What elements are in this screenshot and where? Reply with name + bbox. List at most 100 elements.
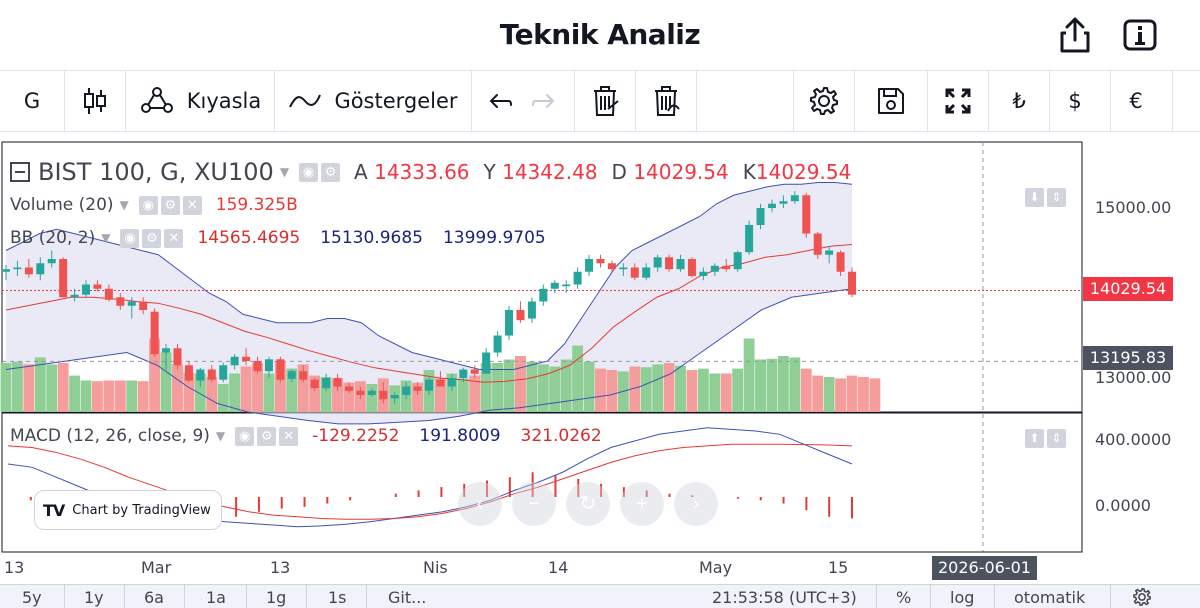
eye-icon[interactable]: ◉ [235, 426, 255, 446]
candle-body [173, 348, 182, 366]
volume-bar [572, 345, 584, 412]
move-down-icon[interactable]: ⬇ [1025, 188, 1044, 207]
close-icon[interactable]: ✕ [164, 228, 184, 248]
candle-body [162, 348, 171, 353]
collapse-pane-icon[interactable]: ⇕ [1047, 188, 1066, 207]
volume-bar [652, 364, 664, 412]
candle-body [287, 371, 296, 379]
gear-icon [810, 87, 838, 115]
candle-body [573, 271, 582, 285]
candle-body [516, 310, 525, 321]
eye-icon[interactable]: ◉ [299, 162, 319, 182]
volume-legend: Volume (20) ▼ ◉ ⚙ ✕ 159.325B [10, 195, 298, 215]
settings-icon[interactable]: ⚙ [257, 426, 277, 446]
eye-icon[interactable]: ◉ [120, 228, 140, 248]
indicators-icon [289, 94, 322, 108]
volume-bar [0, 363, 12, 412]
candle-body [813, 233, 822, 255]
fullscreen-button[interactable] [928, 71, 988, 131]
candle-body [733, 252, 742, 270]
percent-toggle[interactable]: % [896, 587, 911, 608]
volume-bar [560, 359, 572, 412]
zoom-in-button[interactable]: + [620, 482, 664, 526]
remove-indicators-button[interactable] [636, 71, 696, 131]
ohlc-low-key: D [611, 160, 627, 184]
scroll-right-button[interactable]: › [674, 482, 718, 526]
close-icon[interactable]: ✕ [182, 195, 202, 215]
tradingview-badge-text: Chart by TradingView [72, 502, 211, 518]
settings-icon[interactable]: ⚙ [142, 228, 162, 248]
gear-icon [1133, 588, 1151, 606]
candle-body [310, 379, 319, 389]
chevron-down-icon[interactable]: ▼ [216, 429, 225, 443]
macd-tick-0: 0.0000 [1095, 496, 1151, 515]
volume-bar [23, 364, 35, 412]
save-icon [878, 88, 904, 114]
currency-try-label: ₺ [1012, 89, 1026, 113]
currency-try-button[interactable]: ₺ [989, 71, 1049, 131]
candle-body [82, 284, 91, 295]
goto-date-button[interactable]: Git... [388, 587, 426, 608]
volume-bar [492, 363, 504, 412]
collapse-pane-icon[interactable]: ⇕ [1047, 429, 1066, 448]
range-1a[interactable]: 1a [206, 587, 226, 608]
candle-body [756, 208, 765, 225]
remove-drawings-button[interactable] [575, 71, 635, 131]
redo-button[interactable] [524, 71, 564, 131]
indicators-button[interactable]: Göstergeler [275, 71, 471, 131]
symbol-legend-buttons: ◉ ⚙ [299, 162, 341, 182]
candle-body [607, 263, 616, 270]
range-5y[interactable]: 5y [22, 587, 42, 608]
time-label: 15 [828, 558, 849, 577]
bb-legend-buttons: ◉ ⚙ ✕ [120, 228, 184, 248]
chart-settings-button[interactable] [1132, 587, 1152, 608]
range-1y[interactable]: 1y [84, 587, 104, 608]
auto-scale-toggle[interactable]: otomatik [1014, 587, 1085, 608]
currency-eur-button[interactable]: € [1111, 71, 1161, 131]
candle-body [59, 259, 68, 298]
collapse-icon[interactable] [10, 162, 30, 182]
info-icon[interactable] [1122, 18, 1158, 52]
bottom-divider [930, 585, 931, 608]
eye-icon[interactable]: ◉ [138, 195, 158, 215]
chart-toolbar: G Kıyasla Göstergeler ₺ $ € [0, 70, 1200, 132]
range-1s[interactable]: 1s [328, 587, 347, 608]
tradingview-badge[interactable]: TV Chart by TradingView [34, 490, 222, 530]
candle-body [653, 257, 662, 268]
interval-button[interactable]: G [0, 71, 64, 131]
candle-body [847, 271, 857, 295]
candle-body [276, 359, 285, 380]
share-icon[interactable] [1058, 16, 1092, 54]
log-toggle[interactable]: log [950, 587, 974, 608]
close-icon[interactable]: ✕ [279, 426, 299, 446]
candle-body [47, 259, 56, 264]
chevron-down-icon[interactable]: ▼ [280, 165, 289, 179]
volume-bar [103, 380, 115, 412]
chart-type-button[interactable] [65, 71, 125, 131]
settings-button[interactable] [794, 71, 854, 131]
ohlc-open-key: A [354, 160, 368, 184]
chevron-down-icon[interactable]: ▼ [120, 198, 129, 212]
reset-button[interactable]: ↻ [566, 482, 610, 526]
bb-lower-value: 13999.9705 [442, 228, 546, 248]
candle-body [207, 369, 216, 380]
volume-bar [835, 378, 846, 412]
volume-bar [240, 366, 252, 412]
scroll-left-button[interactable]: ‹ [458, 482, 502, 526]
range-1g[interactable]: 1g [266, 587, 286, 608]
undo-button[interactable] [480, 71, 520, 131]
save-button[interactable] [855, 71, 927, 131]
settings-icon[interactable]: ⚙ [321, 162, 341, 182]
zoom-out-button[interactable]: − [512, 482, 556, 526]
chart-area[interactable]: BIST 100, G, XU100 ▼ ◉ ⚙ A 14333.66 Y 143… [0, 132, 1200, 584]
last-price-label: 14029.54 [1083, 277, 1173, 301]
currency-usd-button[interactable]: $ [1050, 71, 1100, 131]
candle-body [196, 369, 205, 381]
candle-body [779, 201, 788, 204]
range-6a[interactable]: 6a [144, 587, 164, 608]
settings-icon[interactable]: ⚙ [160, 195, 180, 215]
chevron-down-icon[interactable]: ▼ [101, 231, 110, 245]
candle-body [36, 263, 45, 275]
move-up-icon[interactable]: ⬆ [1025, 429, 1044, 448]
compare-button[interactable]: Kıyasla [126, 71, 274, 131]
